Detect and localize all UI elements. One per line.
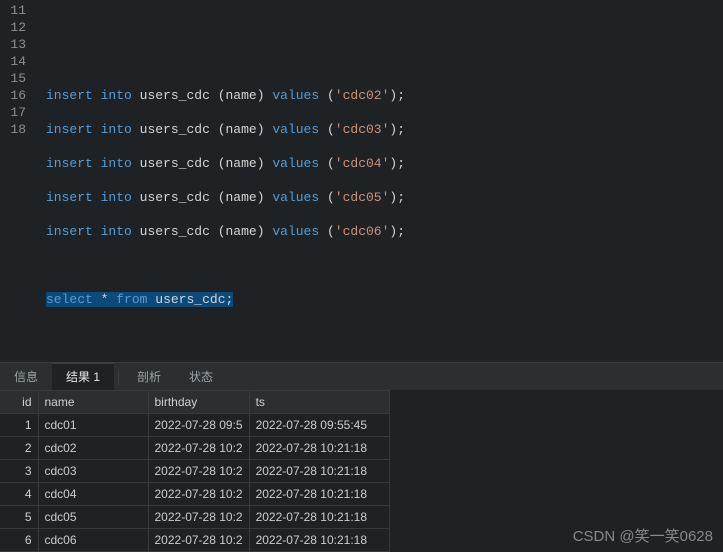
cell-birthday[interactable]: 2022-07-28 09:5 [148, 414, 249, 437]
col-header-name[interactable]: name [38, 391, 148, 414]
kw-values: values [272, 88, 319, 103]
code-line[interactable]: insert into users_cdc (name) values ('cd… [46, 155, 405, 172]
table-row[interactable]: 3cdc032022-07-28 10:22022-07-28 10:21:18 [0, 460, 389, 483]
code-line[interactable]: insert into users_cdc (name) values ('cd… [46, 87, 405, 104]
tab-status[interactable]: 状态 [175, 363, 227, 390]
line-number: 11 [8, 2, 26, 19]
line-number: 18 [8, 121, 26, 138]
cell-name[interactable]: cdc03 [38, 460, 148, 483]
table-row[interactable]: 1cdc012022-07-28 09:52022-07-28 09:55:45 [0, 414, 389, 437]
table-row[interactable]: 4cdc042022-07-28 10:22022-07-28 10:21:18 [0, 483, 389, 506]
kw-from: from [116, 292, 147, 307]
code-editor[interactable]: 11 12 13 14 15 16 17 18 insert into user… [0, 0, 723, 362]
table-name: users_cdc [140, 88, 210, 103]
result-table[interactable]: id name birthday ts 1cdc012022-07-28 09:… [0, 390, 390, 552]
cell-ts[interactable]: 2022-07-28 10:21:18 [249, 529, 389, 552]
tab-result[interactable]: 结果 1 [52, 363, 114, 390]
code-content[interactable]: insert into users_cdc (name) values ('cd… [34, 0, 405, 362]
tab-profile[interactable]: 剖析 [123, 363, 175, 390]
cell-ts[interactable]: 2022-07-28 10:21:18 [249, 506, 389, 529]
col-header-ts[interactable]: ts [249, 391, 389, 414]
col-header-birthday[interactable]: birthday [148, 391, 249, 414]
str-value: 'cdc02' [335, 88, 390, 103]
cell-id[interactable]: 3 [0, 460, 38, 483]
cell-birthday[interactable]: 2022-07-28 10:2 [148, 460, 249, 483]
line-number: 16 [8, 87, 26, 104]
code-line[interactable] [46, 36, 405, 53]
cell-ts[interactable]: 2022-07-28 09:55:45 [249, 414, 389, 437]
table-row[interactable]: 6cdc062022-07-28 10:22022-07-28 10:21:18 [0, 529, 389, 552]
cell-id[interactable]: 4 [0, 483, 38, 506]
line-number: 13 [8, 36, 26, 53]
cell-name[interactable]: cdc05 [38, 506, 148, 529]
cell-ts[interactable]: 2022-07-28 10:21:18 [249, 483, 389, 506]
table-header-row: id name birthday ts [0, 391, 389, 414]
cell-ts[interactable]: 2022-07-28 10:21:18 [249, 437, 389, 460]
kw-select: select [46, 292, 93, 307]
line-number: 14 [8, 53, 26, 70]
code-line[interactable]: insert into users_cdc (name) values ('cd… [46, 223, 405, 240]
code-line[interactable]: insert into users_cdc (name) values ('cd… [46, 189, 405, 206]
line-number: 12 [8, 19, 26, 36]
cell-id[interactable]: 1 [0, 414, 38, 437]
cell-birthday[interactable]: 2022-07-28 10:2 [148, 483, 249, 506]
cell-id[interactable]: 2 [0, 437, 38, 460]
table-row[interactable]: 2cdc022022-07-28 10:22022-07-28 10:21:18 [0, 437, 389, 460]
tab-info[interactable]: 信息 [0, 363, 52, 390]
cell-birthday[interactable]: 2022-07-28 10:2 [148, 529, 249, 552]
tab-separator [118, 369, 119, 385]
cell-name[interactable]: cdc02 [38, 437, 148, 460]
table-row[interactable]: 5cdc052022-07-28 10:22022-07-28 10:21:18 [0, 506, 389, 529]
cell-id[interactable]: 5 [0, 506, 38, 529]
cell-name[interactable]: cdc01 [38, 414, 148, 437]
cell-birthday[interactable]: 2022-07-28 10:2 [148, 506, 249, 529]
col-header-id[interactable]: id [0, 391, 38, 414]
cell-id[interactable]: 6 [0, 529, 38, 552]
result-tabs: 信息 结果 1 剖析 状态 [0, 362, 723, 390]
code-line[interactable]: insert into users_cdc (name) values ('cd… [46, 121, 405, 138]
cell-birthday[interactable]: 2022-07-28 10:2 [148, 437, 249, 460]
line-number: 17 [8, 104, 26, 121]
cell-name[interactable]: cdc04 [38, 483, 148, 506]
cell-ts[interactable]: 2022-07-28 10:21:18 [249, 460, 389, 483]
code-line[interactable]: select * from users_cdc; [46, 291, 405, 308]
kw-into: into [101, 88, 132, 103]
col-name: name [226, 88, 257, 103]
code-line[interactable] [46, 257, 405, 274]
cell-name[interactable]: cdc06 [38, 529, 148, 552]
kw-insert: insert [46, 88, 93, 103]
result-grid[interactable]: id name birthday ts 1cdc012022-07-28 09:… [0, 390, 723, 552]
line-number: 15 [8, 70, 26, 87]
line-gutter: 11 12 13 14 15 16 17 18 [0, 0, 34, 362]
